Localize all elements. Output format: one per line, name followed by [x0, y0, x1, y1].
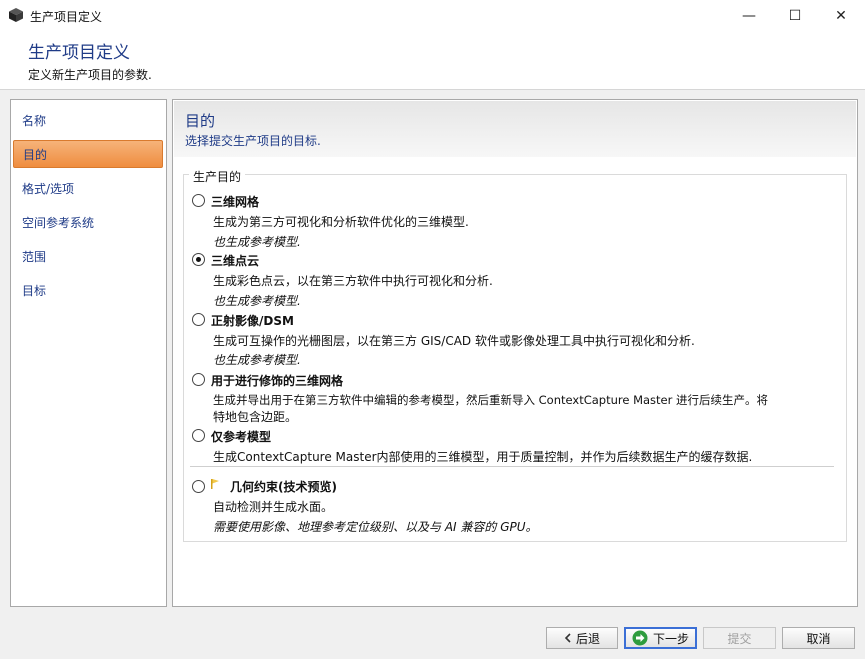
sidebar-item-purpose[interactable]: 目的 [13, 140, 163, 168]
option-desc: 生成为第三方可视化和分析软件优化的三维模型. [213, 215, 469, 229]
radio-3d-point-cloud[interactable] [192, 253, 205, 266]
back-button[interactable]: 后退 [546, 627, 618, 649]
sidebar-item-format-options[interactable]: 格式/选项 [13, 175, 163, 203]
sidebar-item-extent[interactable]: 范围 [13, 243, 163, 271]
option-note: 也生成参考模型. [213, 294, 301, 308]
option-title: 用于进行修饰的三维网格 [211, 374, 344, 388]
wizard-header: 生产项目定义 定义新生产项目的参数. [0, 31, 865, 90]
option-title: 仅参考模型 [211, 430, 272, 444]
chevron-left-icon [564, 633, 571, 643]
radio-geometric-constraints[interactable] [192, 480, 205, 493]
section-subtitle: 选择提交生产项目的目标. [185, 134, 321, 148]
option-desc-continued: 特地包含边距。 [213, 410, 298, 424]
radio-3d-mesh[interactable] [192, 194, 205, 207]
option-title: 三维网格 [211, 195, 260, 209]
radio-ortho-dsm[interactable] [192, 313, 205, 326]
close-button[interactable]: ✕ [818, 0, 864, 31]
option-desc: 生成并导出用于在第三方软件中编辑的参考模型，然后重新导入 ContextCapt… [213, 393, 769, 407]
next-arrow-icon [632, 630, 648, 646]
option-title: 三维点云 [211, 254, 260, 268]
option-note: 也生成参考模型. [213, 353, 301, 367]
option-desc: 生成彩色点云，以在第三方软件中执行可视化和分析. [213, 274, 493, 288]
option-title: 几何约束(技术预览) [230, 480, 337, 494]
submit-button[interactable]: 提交 [703, 627, 776, 649]
option-note: 也生成参考模型. [213, 235, 301, 249]
option-desc: 生成ContextCapture Master内部使用的三维模型，用于质量控制，… [213, 450, 753, 464]
page-title: 生产项目定义 [28, 43, 130, 63]
next-button[interactable]: 下一步 [624, 627, 697, 649]
option-desc: 生成可互操作的光栅图层，以在第三方 GIS/CAD 软件或影像处理工具中执行可视… [213, 334, 695, 348]
option-desc: 自动检测并生成水面。 [213, 500, 334, 514]
sidebar-item-spatial-reference[interactable]: 空间参考系统 [13, 209, 163, 237]
option-note: 需要使用影像、地理参考定位级别、以及与 AI 兼容的 GPU。 [213, 520, 538, 534]
preview-flag-icon [211, 479, 219, 489]
window-title: 生产项目定义 [30, 10, 103, 24]
maximize-button[interactable]: ☐ [772, 0, 818, 31]
radio-mesh-retouching[interactable] [192, 373, 205, 386]
minimize-button[interactable]: — [726, 0, 772, 31]
radio-reference-only[interactable] [192, 429, 205, 442]
options-divider [190, 466, 834, 467]
title-bar: 生产项目定义 — ☐ ✕ [0, 0, 865, 31]
steps-sidebar: 名称 目的 格式/选项 空间参考系统 范围 目标 [10, 99, 167, 607]
sidebar-item-name[interactable]: 名称 [13, 107, 163, 135]
section-title: 目的 [185, 112, 216, 130]
back-label: 后退 [575, 631, 600, 646]
option-title: 正射影像/DSM [211, 314, 294, 328]
section-header: 目的 选择提交生产项目的目标. [174, 101, 856, 157]
sidebar-item-target[interactable]: 目标 [13, 277, 163, 305]
app-cube-icon [9, 8, 23, 22]
cancel-button[interactable]: 取消 [782, 627, 855, 649]
page-subtitle: 定义新生产项目的参数. [28, 68, 152, 82]
group-label: 生产目的 [189, 168, 246, 185]
next-label: 下一步 [652, 631, 689, 646]
